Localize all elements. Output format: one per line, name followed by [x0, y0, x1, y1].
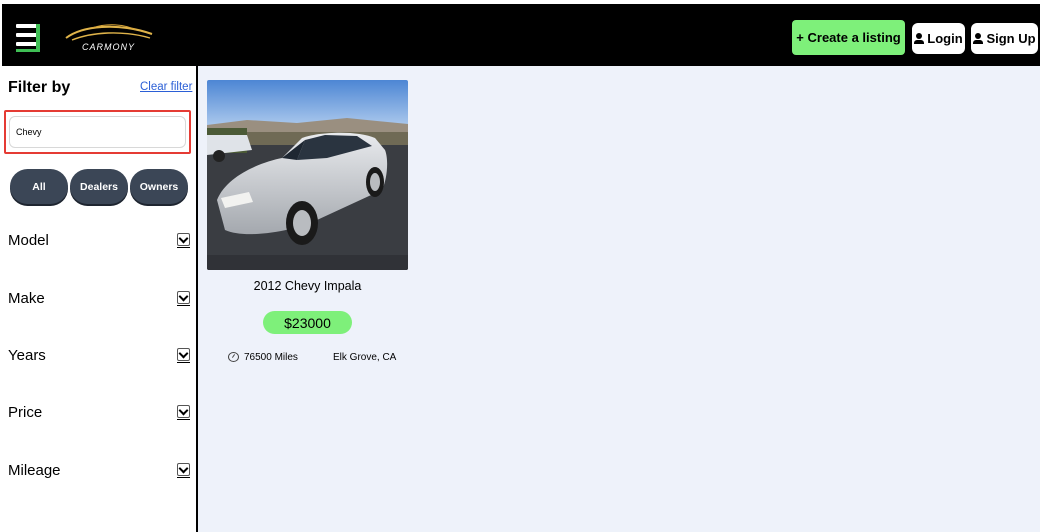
search-highlight-box	[4, 110, 191, 154]
listing-card[interactable]: 2012 Chevy Impala $23000 76500 Miles Elk…	[207, 80, 408, 363]
facet-model[interactable]: Model	[8, 229, 190, 253]
facet-years[interactable]: Years	[8, 344, 190, 368]
carmony-logo[interactable]: CARMONY	[62, 20, 157, 60]
filter-all-button[interactable]: All	[10, 169, 68, 204]
login-button[interactable]: Login	[912, 23, 965, 54]
login-label: Login	[927, 31, 963, 46]
create-listing-button[interactable]: + Create a listing	[792, 20, 905, 55]
top-navigation-bar: CARMONY + Create a listing Login Sign Up	[2, 4, 1040, 66]
chevron-down-icon[interactable]	[177, 291, 190, 306]
filter-owners-button[interactable]: Owners	[130, 169, 188, 204]
facet-label: Model	[8, 232, 49, 249]
chevron-down-icon[interactable]	[177, 348, 190, 363]
sign-up-label: Sign Up	[986, 31, 1036, 46]
hamburger-menu-icon[interactable]	[16, 24, 40, 56]
facet-label: Make	[8, 290, 45, 307]
facet-label: Mileage	[8, 462, 61, 479]
facet-price[interactable]: Price	[8, 401, 190, 425]
chevron-down-icon[interactable]	[177, 405, 190, 420]
price-badge: $23000	[263, 311, 352, 334]
facet-mileage[interactable]: Mileage	[8, 459, 190, 483]
mileage-text: 76500 Miles	[244, 352, 298, 363]
sign-up-button[interactable]: Sign Up	[971, 23, 1038, 54]
chevron-down-icon[interactable]	[177, 233, 190, 248]
filter-sidebar: Filter by Clear filter All Dealers Owner…	[0, 66, 196, 532]
listings-area: 2012 Chevy Impala $23000 76500 Miles Elk…	[198, 66, 1040, 532]
speedometer-icon	[228, 352, 239, 362]
car-photo-image	[207, 80, 408, 270]
clear-filter-link[interactable]: Clear filter	[140, 81, 192, 93]
listing-meta: 76500 Miles Elk Grove, CA	[228, 352, 408, 366]
user-icon	[914, 33, 925, 44]
filter-title: Filter by	[8, 79, 71, 96]
facet-label: Price	[8, 404, 43, 421]
facet-make[interactable]: Make	[8, 287, 190, 311]
chevron-down-icon[interactable]	[177, 463, 190, 478]
facet-label: Years	[8, 347, 46, 364]
listing-title[interactable]: 2012 Chevy Impala	[207, 279, 408, 293]
location-text: Elk Grove, CA	[333, 352, 397, 363]
search-input[interactable]	[9, 116, 186, 148]
car-silhouette-logo-icon	[65, 24, 153, 41]
filter-dealers-button[interactable]: Dealers	[70, 169, 128, 204]
logo-text: CARMONY	[82, 42, 136, 52]
listing-photo[interactable]	[207, 80, 408, 270]
user-icon	[973, 33, 984, 44]
